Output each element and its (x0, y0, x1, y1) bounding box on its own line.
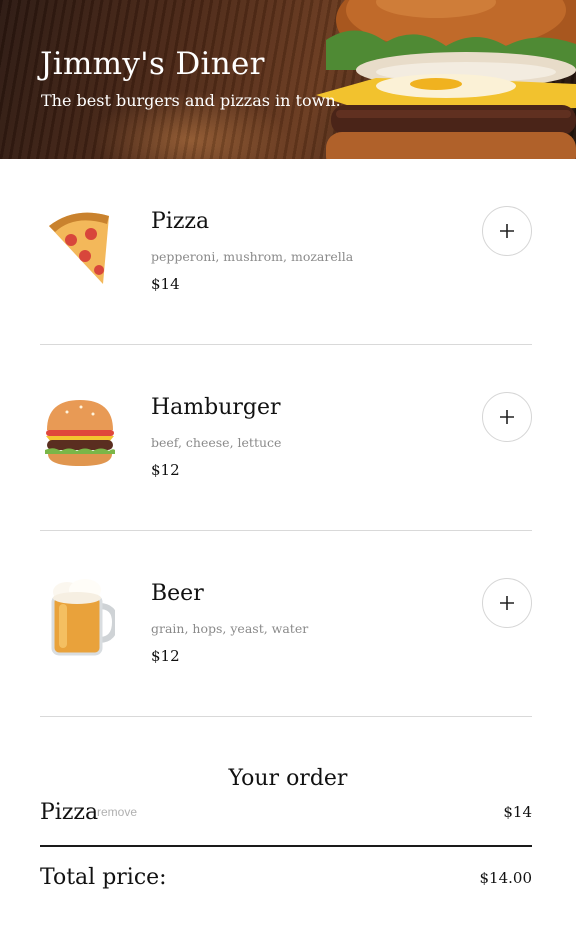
hamburger-icon (40, 387, 120, 477)
menu-item-price: $14 (151, 275, 180, 293)
pizza-icon (40, 201, 120, 291)
add-pizza-button[interactable] (482, 206, 532, 256)
add-hamburger-button[interactable] (482, 392, 532, 442)
order-item-name: Pizza (40, 800, 99, 825)
menu-list: Pizza pepperoni, mushrom, mozarella $14 … (40, 159, 532, 717)
add-beer-button[interactable] (482, 578, 532, 628)
menu-item-name: Beer (151, 581, 204, 606)
menu-item-beer: Beer grain, hops, yeast, water $12 (40, 531, 532, 717)
order-divider (40, 845, 532, 847)
order-title: Your order (228, 766, 348, 791)
page-title: Jimmy's Diner (40, 46, 265, 82)
hero-banner: Jimmy's Diner The best burgers and pizza… (0, 0, 576, 159)
menu-item-price: $12 (151, 647, 180, 665)
menu-item-name: Pizza (151, 209, 210, 234)
menu-item-ingredients: beef, cheese, lettuce (151, 435, 282, 450)
menu-item-ingredients: pepperoni, mushrom, mozarella (151, 249, 354, 264)
burger-photo (316, 0, 576, 159)
plus-icon (500, 410, 514, 424)
menu-item-ingredients: grain, hops, yeast, water (151, 621, 309, 636)
order-item: Pizza remove $14 (40, 800, 532, 830)
beer-mug-icon (40, 573, 120, 663)
order-item-price: $14 (503, 803, 532, 821)
plus-icon (500, 224, 514, 238)
remove-item-button[interactable]: remove (97, 805, 137, 819)
plus-icon (500, 596, 514, 610)
total-price-value: $14.00 (479, 869, 533, 887)
menu-item-price: $12 (151, 461, 180, 479)
menu-item-hamburger: Hamburger beef, cheese, lettuce $12 (40, 345, 532, 531)
page-subtitle: The best burgers and pizzas in town. (41, 91, 341, 110)
menu-item-name: Hamburger (151, 395, 281, 420)
total-price-label: Total price: (40, 865, 167, 890)
menu-item-pizza: Pizza pepperoni, mushrom, mozarella $14 (40, 159, 532, 345)
